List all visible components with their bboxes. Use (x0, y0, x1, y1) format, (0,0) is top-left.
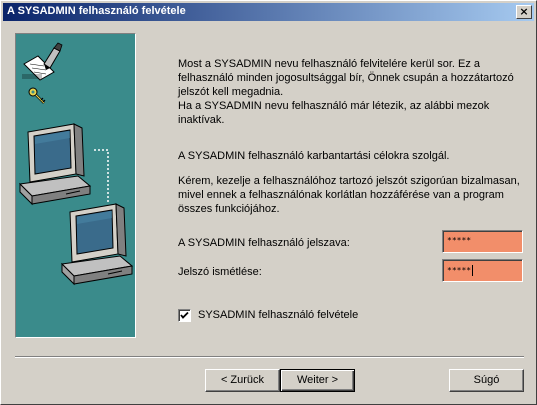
wizard-illustration-panel (15, 33, 136, 338)
password-repeat-value: ***** (447, 266, 472, 275)
confidentiality-paragraph: Kérem, kezelje a felhasználóhoz tartozó … (178, 175, 520, 215)
help-button[interactable]: Súgó (449, 369, 524, 392)
key-icon (28, 87, 46, 104)
password-label: A SYSADMIN felhasználó jelszava: (178, 237, 350, 249)
password-repeat-label: Jelszó ismétlése: (178, 266, 262, 278)
close-button[interactable]: × (516, 5, 532, 19)
purpose-paragraph: A SYSADMIN felhasználó karbantartási cél… (178, 150, 450, 162)
password-value: ***** (447, 236, 472, 245)
title-bar[interactable]: A SYSADMIN felhasználó felvétele × (3, 3, 534, 21)
add-sysadmin-checkbox[interactable] (178, 309, 191, 322)
button-separator (15, 356, 524, 358)
password-repeat-field[interactable]: ***** (442, 259, 523, 282)
window-title: A SYSADMIN felhasználó felvétele (7, 5, 186, 17)
next-button[interactable]: Weiter > (280, 369, 355, 392)
computer-icon (60, 203, 134, 286)
computer-icon (18, 123, 92, 206)
network-connection (94, 149, 109, 204)
inactive-note-paragraph: Ha a SYSADMIN nevu felhasználó már létez… (178, 100, 490, 126)
text-caret (472, 265, 474, 276)
back-button[interactable]: < Zurück (205, 369, 280, 392)
dialog-window: A SYSADMIN felhasználó felvétele × Most … (0, 0, 537, 405)
checkmark-icon (180, 311, 189, 319)
password-field[interactable]: ***** (442, 230, 523, 253)
intro-paragraph: Most a SYSADMIN nevu felhasználó felvite… (178, 58, 514, 98)
document-pen-icon (22, 42, 63, 81)
add-sysadmin-checkbox-label[interactable]: SYSADMIN felhasználó felvétele (198, 309, 358, 321)
